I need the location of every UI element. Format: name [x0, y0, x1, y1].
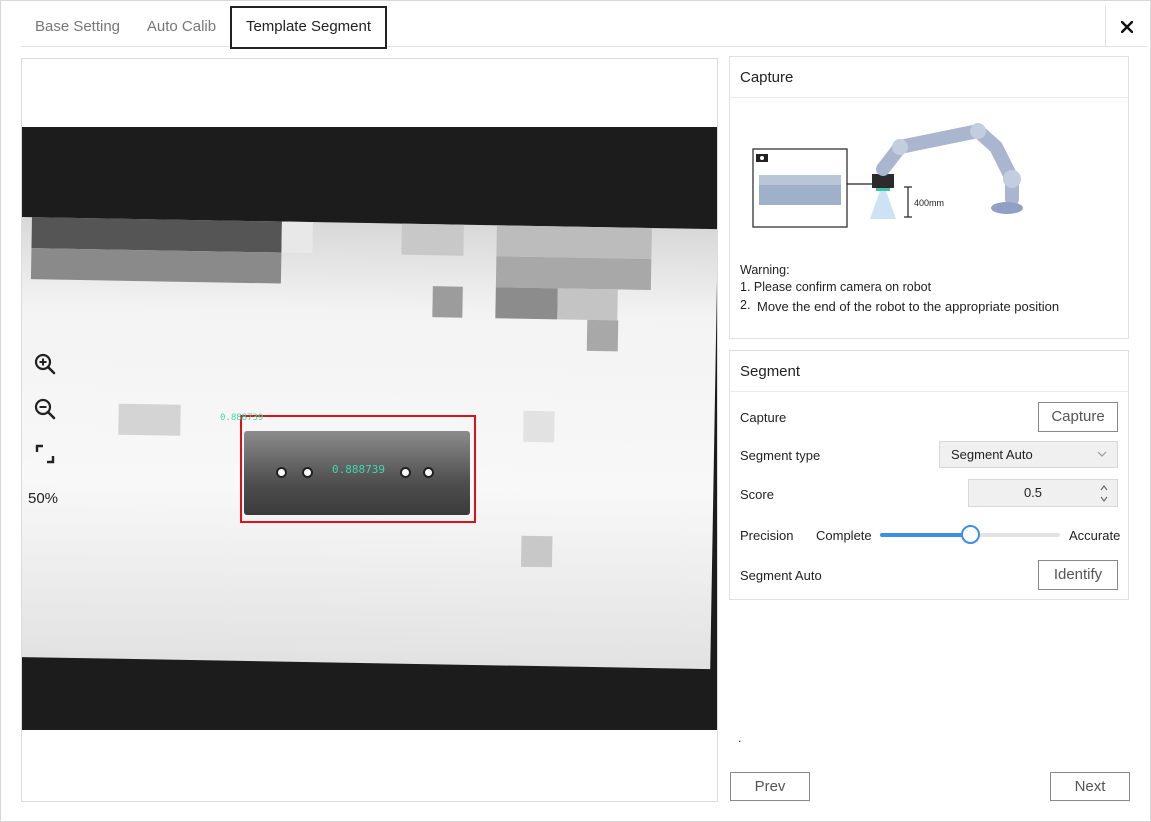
zoom-level: 50%	[28, 490, 59, 507]
precision-min-label: Complete	[816, 528, 872, 543]
mosaic-block	[586, 319, 619, 352]
mosaic-block	[281, 221, 313, 254]
mosaic-block	[401, 223, 464, 256]
status-dot: .	[738, 731, 742, 745]
mosaic-block	[496, 225, 652, 259]
capture-panel-title: Capture	[730, 57, 1128, 98]
mosaic-block	[523, 410, 555, 443]
mosaic-block	[30, 248, 282, 284]
precision-max-label: Accurate	[1069, 528, 1121, 543]
distance-label: 400mm	[914, 198, 945, 208]
warning-line-2-number: 2.	[740, 298, 751, 312]
match-score-label-small: 0.888739	[220, 413, 264, 423]
warning-line-1: 1. Please confirm camera on robot	[740, 280, 932, 294]
segment-type-label: Segment type	[740, 448, 821, 463]
tab-base-setting[interactable]: Base Setting	[21, 6, 134, 47]
mosaic-block	[520, 535, 553, 568]
zoom-out-button[interactable]	[32, 396, 58, 422]
segment-panel-title: Segment	[730, 351, 1128, 392]
chevron-up-icon[interactable]	[1099, 483, 1109, 493]
camera-image[interactable]: 0.888739 0.888739	[22, 127, 717, 730]
match-score-label: 0.888739	[332, 463, 385, 476]
mosaic-block	[432, 286, 463, 318]
mosaic-block	[495, 287, 558, 320]
fit-screen-button[interactable]	[32, 441, 58, 467]
zoom-in-icon	[34, 353, 56, 375]
tab-bar: Base Setting Auto Calib Template Segment	[21, 6, 1147, 49]
identify-button[interactable]: Identify	[1038, 560, 1118, 590]
score-label: Score	[740, 487, 774, 502]
capture-button[interactable]: Capture	[1038, 402, 1118, 432]
capture-panel: Capture 400mm Warning: 1. Please confirm…	[729, 56, 1129, 339]
image-viewer[interactable]: 0.888739 0.888739 50%	[21, 58, 718, 802]
fit-screen-icon	[35, 444, 55, 464]
segment-type-select[interactable]: Segment Auto	[939, 441, 1118, 468]
segment-type-value: Segment Auto	[951, 447, 1033, 462]
precision-slider-fill	[880, 533, 970, 537]
chevron-down-icon[interactable]	[1099, 494, 1109, 504]
next-button[interactable]: Next	[1050, 772, 1130, 801]
tab-template-segment[interactable]: Template Segment	[230, 6, 387, 49]
close-icon	[1120, 20, 1133, 33]
chevron-down-icon	[1097, 451, 1107, 457]
segment-panel: Segment Capture Capture Segment type Seg…	[729, 350, 1129, 600]
segment-auto-label: Segment Auto	[740, 568, 822, 583]
close-button[interactable]	[1105, 6, 1147, 47]
score-input[interactable]: 0.5	[968, 479, 1118, 507]
mosaic-block	[557, 288, 618, 321]
template-dialog: Base Setting Auto Calib Template Segment	[0, 0, 1151, 822]
precision-slider[interactable]	[880, 525, 1060, 544]
prev-button[interactable]: Prev	[730, 772, 810, 801]
precision-slider-thumb[interactable]	[961, 525, 980, 544]
warning-line-2: Move the end of the robot to the appropr…	[757, 299, 1060, 314]
warning-title: Warning:	[740, 263, 790, 277]
zoom-in-button[interactable]	[32, 351, 58, 377]
zoom-out-icon	[34, 398, 56, 420]
score-value: 0.5	[1023, 485, 1043, 500]
precision-label: Precision	[740, 528, 794, 543]
mosaic-block	[31, 217, 282, 253]
mosaic-block	[118, 403, 181, 436]
robot-camera-illustration	[752, 123, 1023, 228]
mosaic-block	[495, 256, 652, 290]
capture-row-label: Capture	[740, 410, 787, 425]
tab-auto-calib[interactable]: Auto Calib	[134, 6, 229, 47]
